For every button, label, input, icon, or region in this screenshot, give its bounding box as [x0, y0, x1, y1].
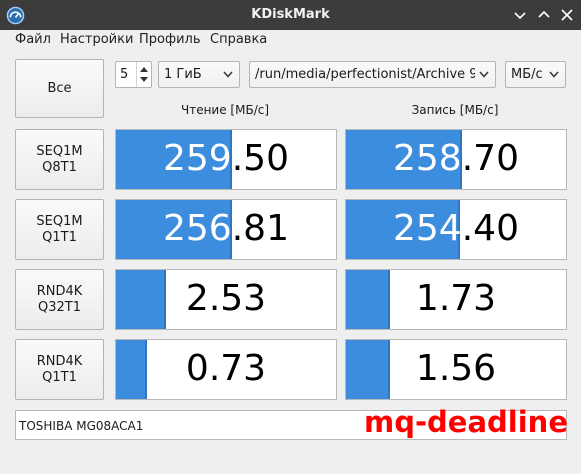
read-speed-int: 256 [163, 208, 232, 249]
test-label-line1: RND4K [36, 283, 83, 299]
write-speed-int: 258 [393, 138, 462, 179]
spin-down-icon[interactable] [139, 76, 149, 84]
read-speed-frac: .81 [231, 208, 289, 249]
spin-up-icon[interactable] [139, 65, 149, 73]
title-bar: KDiskMark [0, 0, 581, 30]
write-result-3: 1.56 [345, 339, 567, 400]
unit-select[interactable]: МБ/с [505, 61, 566, 88]
write-speed-value: 1.56 [346, 348, 566, 389]
write-header: Запись [МБ/с] [411, 103, 499, 117]
test-button-0[interactable]: SEQ1M Q8T1 [15, 129, 104, 190]
test-label: SEQ1M Q1T1 [36, 214, 82, 246]
size-value: 1 ГиБ [164, 67, 202, 82]
runs-spinbox[interactable]: 5 [115, 61, 152, 88]
read-result-3: 0.73 [115, 339, 337, 400]
drive-name: TOSHIBA MG08ACA1 [19, 419, 144, 433]
runs-value: 5 [120, 67, 129, 82]
write-result-2: 1.73 [345, 269, 567, 330]
write-speed-int: 254 [393, 208, 462, 249]
menu-bar: Файл Настройки Профиль Справка [0, 30, 581, 50]
menu-profile[interactable]: Профиль [139, 32, 201, 47]
chevron-down-icon [223, 71, 233, 78]
read-speed-int: 259 [163, 138, 232, 179]
write-speed-value: 258.70 [346, 138, 566, 179]
write-result-0: 258.70 [345, 129, 567, 190]
read-speed-value: 0.73 [116, 348, 336, 389]
write-speed-frac: 1.73 [415, 278, 497, 319]
chevron-down-icon [479, 71, 489, 78]
test-button-3[interactable]: RND4K Q1T1 [15, 339, 104, 400]
read-speed-frac: 2.53 [185, 278, 267, 319]
path-value: /run/media/perfectionist/Archive 94% ( [255, 67, 475, 82]
write-speed-frac: .40 [461, 208, 519, 249]
write-speed-frac: 1.56 [415, 348, 497, 389]
read-speed-value: 2.53 [116, 278, 336, 319]
write-speed-value: 1.73 [346, 278, 566, 319]
test-label-line1: SEQ1M [36, 143, 83, 159]
write-speed-frac: .70 [461, 138, 519, 179]
size-select[interactable]: 1 ГиБ [158, 61, 240, 88]
menu-file[interactable]: Файл [15, 32, 51, 47]
test-label: SEQ1M Q8T1 [36, 144, 82, 176]
maximize-icon[interactable] [537, 8, 551, 22]
test-button-1[interactable]: SEQ1M Q1T1 [15, 199, 104, 260]
read-header: Чтение [МБ/с] [180, 103, 270, 117]
test-label-line2: Q1T1 [42, 369, 77, 385]
read-result-0: 259.50 [115, 129, 337, 190]
write-result-1: 254.40 [345, 199, 567, 260]
read-speed-value: 259.50 [116, 138, 336, 179]
test-label-line2: Q1T1 [42, 229, 77, 245]
read-speed-frac: .50 [231, 138, 289, 179]
chevron-down-icon [549, 71, 559, 78]
run-all-button[interactable]: Все [15, 59, 104, 118]
write-speed-value: 254.40 [346, 208, 566, 249]
test-button-2[interactable]: RND4K Q32T1 [15, 269, 104, 330]
read-result-1: 256.81 [115, 199, 337, 260]
test-label: RND4K Q1T1 [37, 354, 83, 386]
read-result-2: 2.53 [115, 269, 337, 330]
close-icon[interactable] [560, 8, 574, 22]
spin-arrows [136, 62, 151, 87]
scheduler-overlay-label: mq-deadline [364, 405, 568, 439]
test-label-line1: SEQ1M [36, 213, 83, 229]
test-label-line1: RND4K [36, 353, 83, 369]
menu-settings[interactable]: Настройки [60, 32, 133, 47]
minimize-icon[interactable] [513, 8, 527, 22]
test-label: RND4K Q32T1 [37, 284, 83, 316]
test-label-line2: Q8T1 [42, 159, 77, 175]
window-title: KDiskMark [251, 7, 330, 22]
menu-help[interactable]: Справка [210, 32, 267, 47]
read-speed-value: 256.81 [116, 208, 336, 249]
test-label-line2: Q32T1 [37, 299, 81, 315]
path-select[interactable]: /run/media/perfectionist/Archive 94% ( [249, 61, 496, 88]
read-speed-frac: 0.73 [185, 348, 267, 389]
unit-value: МБ/с [511, 67, 543, 82]
